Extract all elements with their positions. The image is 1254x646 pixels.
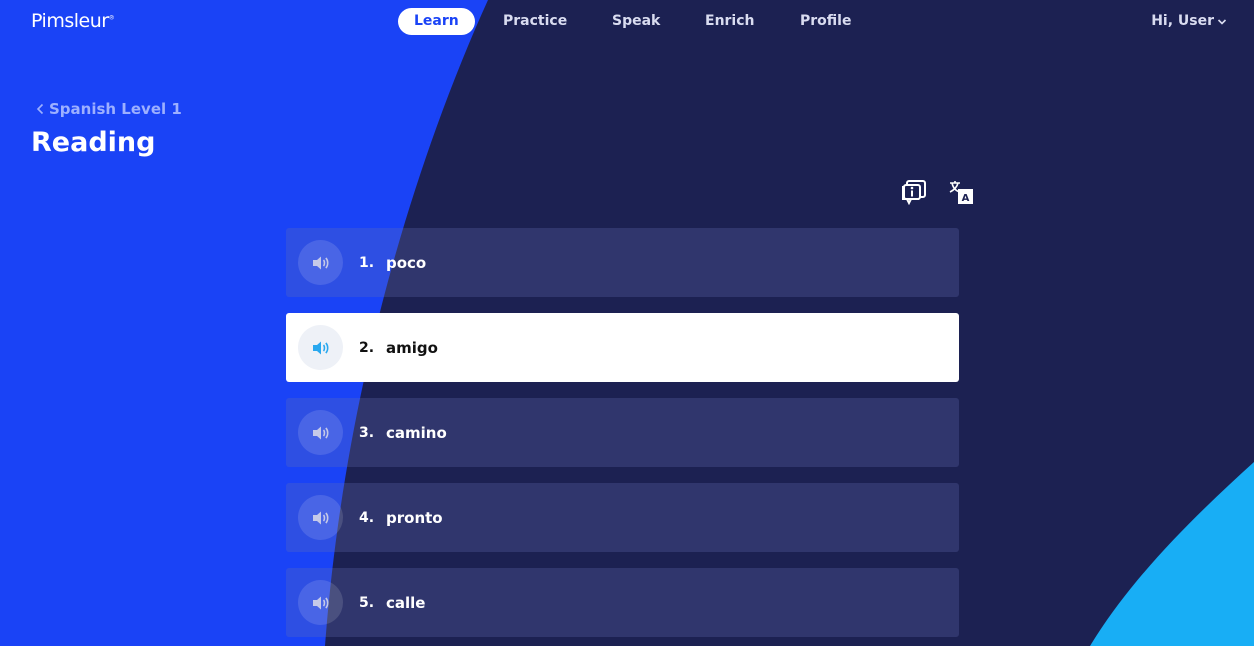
speaker-icon <box>312 426 328 439</box>
word-text: pronto <box>386 508 443 527</box>
audio-play-button[interactable] <box>298 410 343 455</box>
chevron-down-icon <box>1217 18 1227 25</box>
page-title: Reading <box>31 127 156 158</box>
nav-tab-profile[interactable]: Profile <box>800 8 851 35</box>
audio-play-button[interactable] <box>298 240 343 285</box>
svg-text:A: A <box>962 193 970 204</box>
word-number: 2. <box>359 339 375 356</box>
speaker-icon <box>312 596 328 609</box>
nav-tab-enrich[interactable]: Enrich <box>705 8 755 35</box>
word-row-5[interactable]: 5. calle <box>286 568 959 637</box>
speaker-icon <box>312 256 328 269</box>
word-text: calle <box>386 593 426 612</box>
word-row-4[interactable]: 4. pronto <box>286 483 959 552</box>
word-text: amigo <box>386 338 438 357</box>
user-greeting: Hi, User <box>1151 13 1214 29</box>
nav-tab-practice[interactable]: Practice <box>503 8 567 35</box>
word-row-2[interactable]: 2. amigo <box>286 313 959 382</box>
speaker-icon <box>312 341 328 354</box>
chevron-left-icon <box>36 103 44 115</box>
user-menu[interactable]: Hi, User <box>1151 8 1227 35</box>
audio-play-button[interactable] <box>298 495 343 540</box>
main-nav: Learn Practice Speak Enrich Profile <box>0 8 1254 36</box>
word-number: 1. <box>359 254 375 271</box>
breadcrumb-back-link[interactable]: Spanish Level 1 <box>36 100 182 118</box>
cyan-corner-shape <box>1090 462 1254 646</box>
info-bubble-icon[interactable] <box>901 179 927 206</box>
page: Pimsleur® Learn Practice Speak Enrich Pr… <box>0 0 1254 646</box>
word-number: 3. <box>359 424 375 441</box>
breadcrumb-label: Spanish Level 1 <box>49 100 182 118</box>
word-text: poco <box>386 253 427 272</box>
nav-tab-learn[interactable]: Learn <box>398 8 475 35</box>
audio-play-button[interactable] <box>298 325 343 370</box>
word-row-3[interactable]: 3. camino <box>286 398 959 467</box>
word-number: 5. <box>359 594 375 611</box>
speaker-icon <box>312 511 328 524</box>
word-row-1[interactable]: 1. poco <box>286 228 959 297</box>
word-number: 4. <box>359 509 375 526</box>
nav-tab-speak[interactable]: Speak <box>612 8 660 35</box>
reading-word-list: 1. poco 2. amigo 3. camino 4. pronto 5. … <box>286 228 959 646</box>
audio-play-button[interactable] <box>298 580 343 625</box>
translate-icon[interactable]: A <box>948 179 974 205</box>
word-text: camino <box>386 423 447 442</box>
